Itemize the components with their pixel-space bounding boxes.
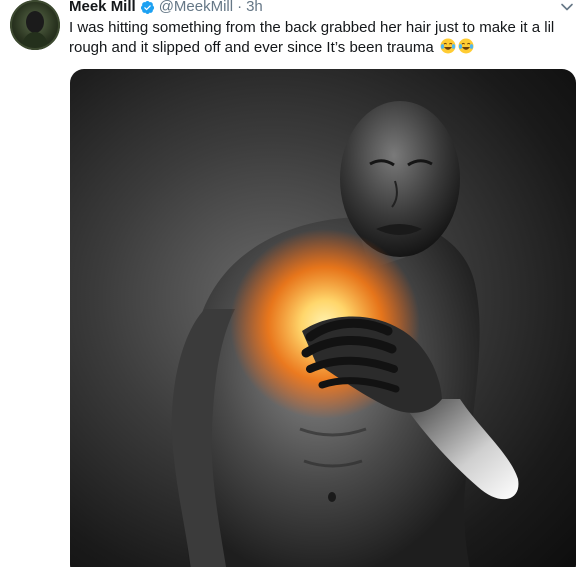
- face-with-tears-of-joy-icon: [458, 38, 474, 54]
- tweet-header: Meek Mill @MeekMill · 3h: [69, 0, 263, 16]
- display-name[interactable]: Meek Mill: [69, 0, 136, 16]
- tweet-media-image[interactable]: [70, 69, 576, 567]
- heartache-illustration: [171, 101, 519, 567]
- avatar[interactable]: [10, 0, 60, 50]
- avatar-image: [10, 0, 60, 50]
- tweet-text: I was hitting something from the back gr…: [69, 18, 579, 58]
- timestamp[interactable]: 3h: [246, 0, 263, 16]
- separator-dot: ·: [237, 0, 243, 15]
- chevron-down-icon[interactable]: [560, 0, 574, 14]
- handle[interactable]: @MeekMill: [159, 0, 233, 16]
- tweet[interactable]: Meek Mill @MeekMill · 3h I was hitting s…: [0, 0, 583, 567]
- verified-badge-icon: [140, 0, 154, 14]
- tweet-text-body: I was hitting something from the back gr…: [69, 19, 555, 56]
- face-with-tears-of-joy-icon: [440, 38, 456, 54]
